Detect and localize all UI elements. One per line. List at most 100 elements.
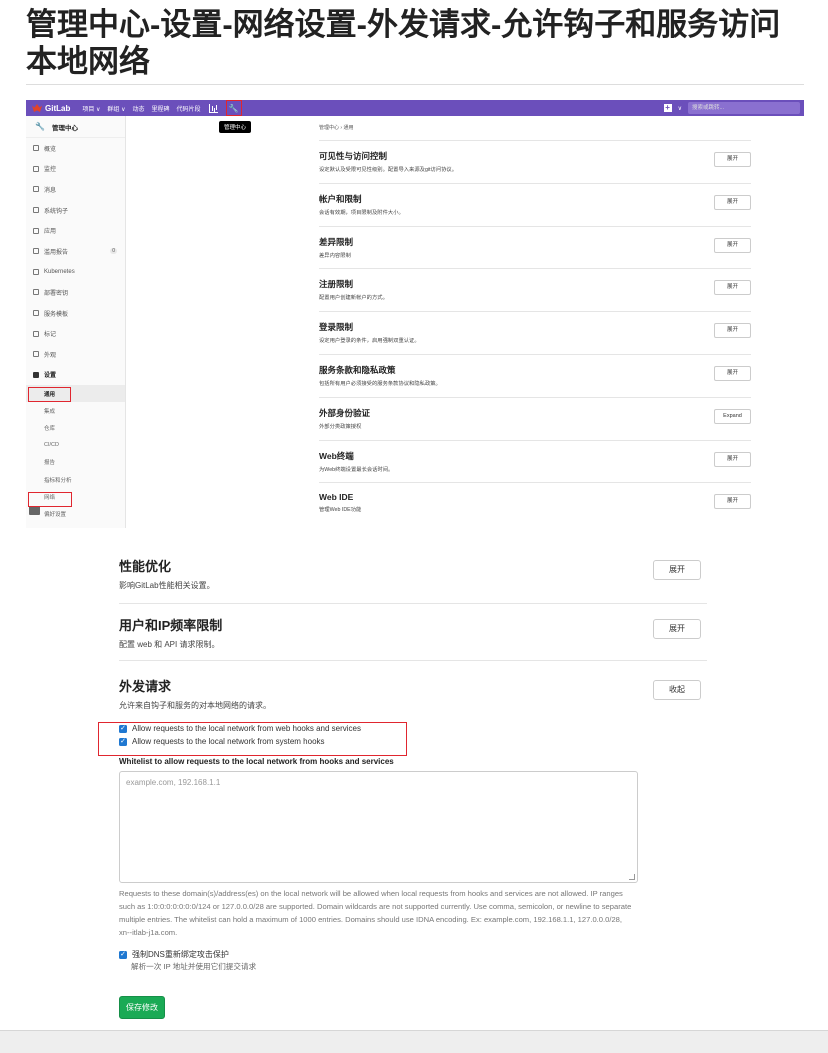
sidebar-item-label: 概览 (44, 146, 57, 153)
sidebar-subitem-ci-cd[interactable]: CI/CD (26, 437, 125, 454)
resize-handle-icon[interactable] (629, 874, 635, 880)
sidebar-item-service-templates[interactable]: 服务模板 (26, 303, 125, 324)
expand-button[interactable]: 展开 (714, 280, 751, 296)
section-desc: 管理Web IDE功能 (319, 507, 362, 514)
expand-button[interactable]: 展开 (653, 560, 701, 580)
admin-wrench-icon[interactable]: 🔧 (225, 100, 242, 116)
settings-section: 可见性与访问控制 设定默认及受限可见性级别。配置导入来源及git访问协议。 展开 (319, 140, 751, 183)
admin-settings-screenshot: GitLab 项目 ∨ 群组 ∨ 动态 里程碑 代码片段 🔧 + ∨ 搜索或跳转… (26, 100, 804, 528)
search-input[interactable]: 搜索或跳转... (688, 102, 800, 114)
section-desc: 设定默认及受限可见性级别。配置导入来源及git访问协议。 (319, 167, 458, 173)
section-desc: 允许来自钩子和服务的对本地网络的请求。 (119, 701, 271, 710)
section-desc: 会话有效期，项目限制及附件大小。 (319, 209, 404, 216)
settings-section: 帐户和限制 会话有效期，项目限制及附件大小。 展开 (319, 182, 751, 226)
sidebar-item-applications[interactable]: 应用 (26, 220, 125, 241)
network-settings-content: 性能优化 影响GitLab性能相关设置。 展开 用户和IP频率限制 配置 web… (98, 556, 707, 1019)
general-settings-content: 管理中心 › 通用 可见性与访问控制 设定默认及受限可见性级别。配置导入来源及gi… (319, 116, 751, 525)
whitelist-placeholder: example.com, 192.168.1.1 (126, 778, 221, 787)
section-title: 用户和IP频率限制 (119, 618, 223, 633)
performance-section: 性能优化 影响GitLab性能相关设置。 展开 (119, 556, 707, 604)
highlight-network (28, 492, 72, 507)
section-title: 性能优化 (119, 559, 172, 574)
settings-section: Web终端 为Web终端设置最长会话时间。 展开 (319, 439, 751, 483)
gitlab-logo[interactable]: GitLab (32, 104, 70, 113)
sidebar-item-deploy-keys[interactable]: 部署密钥 (26, 282, 125, 303)
sidebar-item-label: 应用 (44, 229, 57, 236)
broadcast-icon (33, 186, 39, 193)
sidebar-subitem-repository[interactable]: 仓库 (26, 420, 125, 437)
nav-groups[interactable]: 群组 ∨ (107, 104, 125, 113)
sidebar-item-system-hooks[interactable]: 系统钩子 (26, 200, 125, 221)
admin-sidebar: 🔧 管理中心 概览 监控 消息 系统钩子 应用 滥用报告 0 Kubernetes… (26, 116, 126, 528)
dns-protection-row: ✓ 强制DNS重新绑定攻击保护 (119, 948, 707, 961)
sidebar-item-abuse-reports[interactable]: 滥用报告 0 (26, 241, 125, 262)
expand-button[interactable]: 展开 (714, 237, 751, 253)
section-desc: 外部分类政策授权 (319, 423, 362, 430)
sidebar-item-settings[interactable]: 设置 (26, 365, 125, 386)
section-title: 外发请求 (119, 679, 172, 694)
expand-button[interactable]: 展开 (714, 365, 751, 381)
save-changes-button[interactable]: 保存修改 (119, 996, 165, 1019)
expand-button[interactable]: 展开 (653, 619, 701, 639)
settings-section: Web IDE 管理Web IDE功能 展开 (319, 482, 751, 525)
divider (26, 84, 804, 85)
count-badge: 0 (110, 248, 117, 255)
expand-button[interactable]: 展开 (714, 194, 751, 210)
settings-icon (33, 371, 39, 378)
whitelist-help-text: Requests to these domain(s)/address(es) … (119, 889, 632, 937)
settings-section: 注册限制 配置用户创建新帐户的方式。 展开 (319, 268, 751, 311)
nav-activity[interactable]: 动态 (132, 104, 144, 113)
sidebar-subitem-reporting[interactable]: 报告 (26, 454, 125, 471)
sidebar-subitem-metrics[interactable]: 指标和分析 (26, 471, 125, 488)
nav-projects[interactable]: 项目 ∨ (82, 104, 100, 113)
rate-limits-section: 用户和IP频率限制 配置 web 和 API 请求限制。 展开 (119, 604, 707, 661)
sidebar-item-label: 滥用报告 (44, 249, 69, 256)
admin-tooltip: 管理中心 (219, 121, 252, 133)
template-icon (33, 310, 39, 317)
sidebar-header-label: 管理中心 (51, 124, 78, 132)
sidebar-item-label: 系统钩子 (44, 208, 69, 215)
sidebar-item-appearance[interactable]: 外观 (26, 344, 125, 365)
section-desc: 配置 web 和 API 请求限制。 (119, 640, 220, 649)
section-title: 登录限制 (319, 322, 354, 333)
sidebar-subitem-preferences[interactable]: 偏好设置 (26, 505, 125, 522)
dns-protection-label[interactable]: 强制DNS重新绑定攻击保护 (132, 949, 229, 960)
report-icon (33, 248, 39, 255)
section-title: Web IDE (319, 492, 354, 503)
section-desc: 影响GitLab性能相关设置。 (119, 581, 215, 590)
chevron-down-icon[interactable]: ∨ (678, 105, 682, 112)
sidebar-item-labels[interactable]: 标记 (26, 323, 125, 344)
nav-snippets[interactable]: 代码片段 (177, 104, 201, 113)
wrench-icon: 🔧 (35, 122, 45, 131)
apps-icon (33, 227, 39, 234)
sidebar-header[interactable]: 🔧 管理中心 (26, 116, 125, 138)
nav-milestones[interactable]: 里程碑 (151, 104, 169, 113)
expand-button[interactable]: 展开 (714, 494, 751, 510)
appearance-icon (33, 351, 39, 358)
collapse-button[interactable]: 收起 (653, 680, 701, 700)
section-title: 注册限制 (319, 279, 354, 290)
section-title: Web终端 (319, 450, 354, 461)
dns-protection-help: 解析一次 IP 地址并使用它们提交请求 (131, 962, 257, 971)
highlight-settings (28, 387, 71, 402)
sidebar-item-kubernetes[interactable]: Kubernetes (26, 262, 125, 283)
brand-name: GitLab (45, 103, 71, 113)
new-plus-icon[interactable]: + (663, 104, 672, 112)
sidebar-subitem-integrations[interactable]: 集成 (26, 402, 125, 419)
grid-icon (33, 145, 39, 152)
collapse-sidebar-icon[interactable] (29, 506, 40, 515)
sidebar-item-monitoring[interactable]: 监控 (26, 159, 125, 180)
settings-section: 登录限制 设定用户登录的条件，启用强制双重认证。 展开 (319, 311, 751, 354)
dns-protection-checkbox[interactable]: ✓ (119, 950, 127, 959)
expand-button[interactable]: 展开 (714, 152, 751, 167)
sidebar-item-overview[interactable]: 概览 (26, 138, 125, 159)
sidebar-item-messages[interactable]: 消息 (26, 179, 125, 200)
chart-icon[interactable] (208, 103, 218, 113)
whitelist-textarea[interactable]: example.com, 192.168.1.1 (119, 771, 638, 883)
sidebar-item-label: 外观 (44, 352, 57, 359)
top-navbar: GitLab 项目 ∨ 群组 ∨ 动态 里程碑 代码片段 🔧 + ∨ 搜索或跳转… (26, 100, 804, 116)
expand-button[interactable]: Expand (714, 408, 751, 424)
expand-button[interactable]: 展开 (714, 451, 751, 467)
expand-button[interactable]: 展开 (714, 323, 751, 339)
section-title: 外部身份验证 (319, 407, 371, 418)
